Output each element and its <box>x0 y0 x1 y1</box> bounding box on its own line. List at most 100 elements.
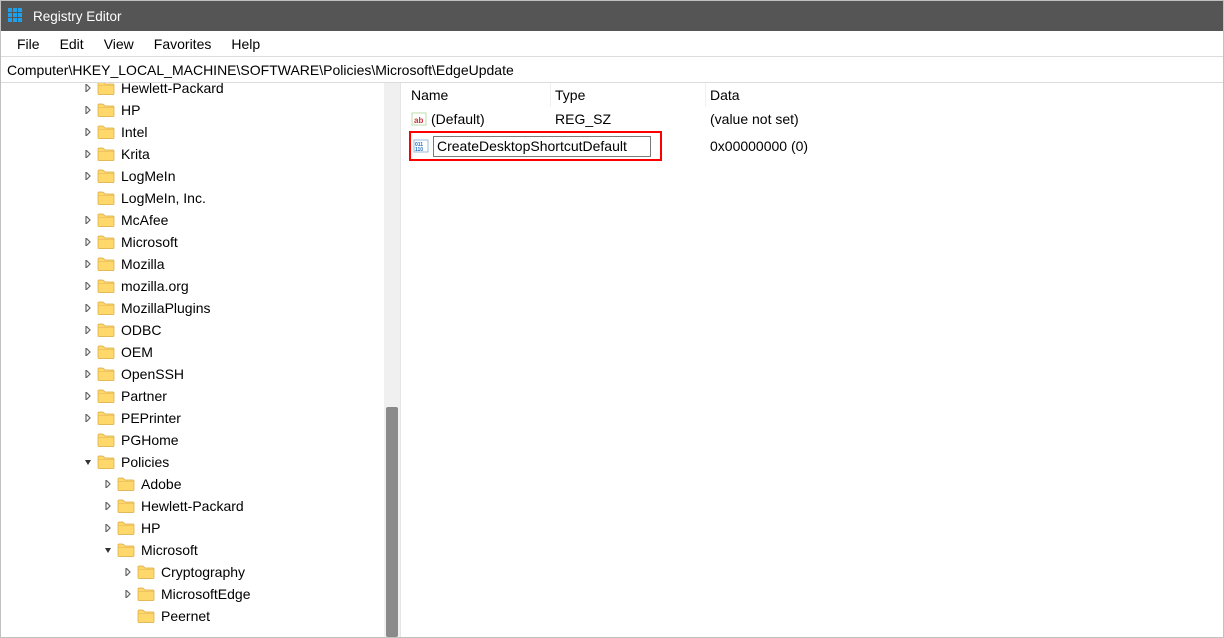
tree-item-label: OpenSSH <box>121 366 184 382</box>
folder-icon <box>97 191 115 205</box>
expander-icon[interactable] <box>81 103 95 117</box>
folder-icon <box>137 587 155 601</box>
tree-item[interactable]: Policies <box>1 451 384 473</box>
folder-icon <box>97 345 115 359</box>
expander-icon[interactable] <box>121 565 135 579</box>
value-type: REG_SZ <box>555 111 611 127</box>
tree-item[interactable]: PEPrinter <box>1 407 384 429</box>
value-data: 0x00000000 (0) <box>710 138 808 154</box>
folder-icon <box>97 389 115 403</box>
menu-favorites[interactable]: Favorites <box>144 36 222 52</box>
column-name[interactable]: Name <box>401 83 551 107</box>
tree-item[interactable]: OEM <box>1 341 384 363</box>
folder-icon <box>117 543 135 557</box>
value-type-cell: REG_SZ <box>551 107 706 131</box>
folder-icon <box>97 433 115 447</box>
value-name-cell: 011110 <box>401 131 662 161</box>
scrollbar-thumb[interactable] <box>386 407 398 637</box>
menu-bar: File Edit View Favorites Help <box>1 31 1223 57</box>
tree-item[interactable]: Peernet <box>1 605 384 627</box>
tree-item-label: Intel <box>121 124 147 140</box>
expander-icon[interactable] <box>81 279 95 293</box>
tree-item-label: PGHome <box>121 432 179 448</box>
expander-icon[interactable] <box>81 345 95 359</box>
tree-item[interactable]: ODBC <box>1 319 384 341</box>
value-data-cell: 0x00000000 (0) <box>706 131 812 161</box>
tree-item-label: LogMeIn <box>121 168 175 184</box>
tree-item[interactable]: Intel <box>1 121 384 143</box>
tree-item-label: Krita <box>121 146 150 162</box>
title-bar: Registry Editor <box>1 1 1223 31</box>
tree-item[interactable]: HP <box>1 99 384 121</box>
tree-item[interactable]: Adobe <box>1 473 384 495</box>
value-rename-input[interactable] <box>433 136 651 157</box>
expander-icon <box>81 191 95 205</box>
editing-highlight: 011110 <box>409 131 662 161</box>
tree-item[interactable]: Partner <box>1 385 384 407</box>
tree-item[interactable]: LogMeIn, Inc. <box>1 187 384 209</box>
folder-icon <box>97 169 115 183</box>
reg-string-icon: ab <box>411 111 427 127</box>
value-name-cell: ab(Default) <box>401 107 551 131</box>
tree-item[interactable]: mozilla.org <box>1 275 384 297</box>
app-icon <box>7 7 25 25</box>
expander-icon[interactable] <box>81 301 95 315</box>
tree-item[interactable]: Krita <box>1 143 384 165</box>
folder-icon <box>97 455 115 469</box>
tree-item[interactable]: LogMeIn <box>1 165 384 187</box>
tree-item[interactable]: PGHome <box>1 429 384 451</box>
folder-icon <box>97 301 115 315</box>
tree-item[interactable]: Hewlett-Packard <box>1 495 384 517</box>
expander-icon[interactable] <box>81 169 95 183</box>
tree-item[interactable]: Cryptography <box>1 561 384 583</box>
expander-icon[interactable] <box>81 257 95 271</box>
value-data-cell: (value not set) <box>706 107 1223 131</box>
expander-icon[interactable] <box>81 411 95 425</box>
expander-icon[interactable] <box>101 543 115 557</box>
value-row[interactable]: 011110 0x00000000 (0) <box>401 131 1223 161</box>
expander-icon[interactable] <box>81 389 95 403</box>
folder-icon <box>97 235 115 249</box>
menu-file[interactable]: File <box>7 36 50 52</box>
expander-icon[interactable] <box>101 499 115 513</box>
expander-icon[interactable] <box>101 521 115 535</box>
expander-icon[interactable] <box>81 213 95 227</box>
column-type[interactable]: Type <box>551 83 706 107</box>
tree-item[interactable]: MozillaPlugins <box>1 297 384 319</box>
tree-item[interactable]: McAfee <box>1 209 384 231</box>
tree-item-label: Hewlett-Packard <box>121 83 224 96</box>
folder-icon <box>117 477 135 491</box>
folder-icon <box>97 103 115 117</box>
value-row[interactable]: ab(Default)REG_SZ (value not set) <box>401 107 1223 131</box>
tree-item[interactable]: OpenSSH <box>1 363 384 385</box>
tree-item[interactable]: MicrosoftEdge <box>1 583 384 605</box>
tree-item-label: Hewlett-Packard <box>141 498 244 514</box>
tree-item[interactable]: Microsoft <box>1 539 384 561</box>
tree-item-label: Microsoft <box>121 234 178 250</box>
tree-item[interactable]: Microsoft <box>1 231 384 253</box>
expander-icon <box>81 433 95 447</box>
expander-icon[interactable] <box>81 455 95 469</box>
tree-item[interactable]: Mozilla <box>1 253 384 275</box>
window-title: Registry Editor <box>33 9 122 24</box>
address-bar[interactable]: Computer\HKEY_LOCAL_MACHINE\SOFTWARE\Pol… <box>1 57 1223 83</box>
folder-icon <box>137 565 155 579</box>
menu-view[interactable]: View <box>94 36 144 52</box>
tree-item[interactable]: HP <box>1 517 384 539</box>
expander-icon[interactable] <box>81 147 95 161</box>
expander-icon[interactable] <box>81 367 95 381</box>
menu-edit[interactable]: Edit <box>50 36 94 52</box>
expander-icon[interactable] <box>81 83 95 95</box>
expander-icon[interactable] <box>101 477 115 491</box>
menu-help[interactable]: Help <box>221 36 270 52</box>
folder-icon <box>97 147 115 161</box>
tree-item-label: HP <box>141 520 160 536</box>
tree-item[interactable]: Hewlett-Packard <box>1 83 384 99</box>
scrollbar[interactable] <box>384 83 400 637</box>
expander-icon[interactable] <box>121 587 135 601</box>
expander-icon[interactable] <box>81 235 95 249</box>
expander-icon[interactable] <box>81 323 95 337</box>
tree-item-label: Partner <box>121 388 167 404</box>
column-data[interactable]: Data <box>706 83 1223 107</box>
expander-icon[interactable] <box>81 125 95 139</box>
